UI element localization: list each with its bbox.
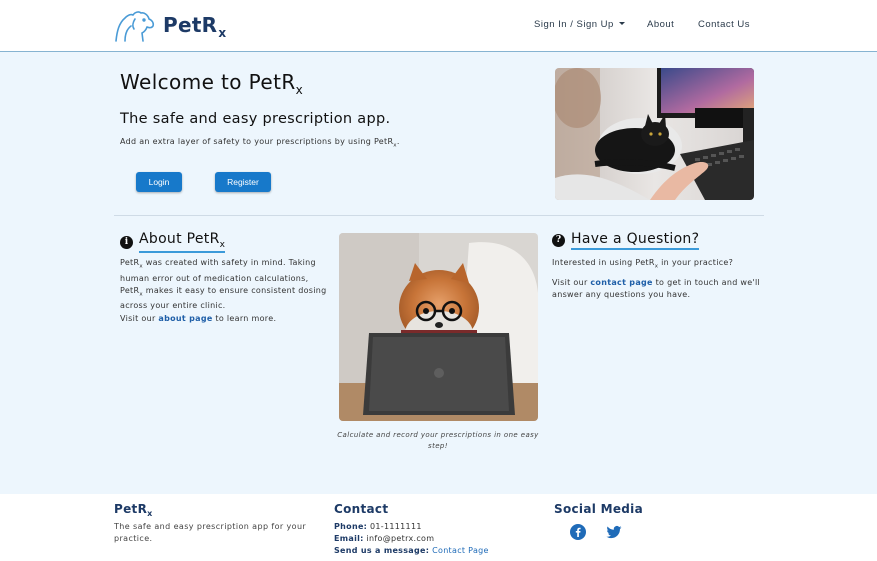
footer-brand: PetRx [114, 502, 153, 518]
register-button[interactable]: Register [215, 172, 271, 192]
about-paragraph: PetRx was created with safety in mind. T… [120, 258, 327, 311]
twitter-icon[interactable] [606, 524, 622, 540]
footer-email: Email: info@petrx.com [334, 534, 435, 543]
footer-contact-page-link[interactable]: Contact Page [432, 546, 489, 555]
hero-description: Add an extra layer of safety to your pre… [120, 137, 400, 149]
footer-message: Send us a message: Contact Page [334, 546, 489, 555]
about-link-paragraph: Visit our about page to learn more. [120, 314, 277, 323]
about-heading-text: About PetRx [139, 231, 226, 253]
question-contact-paragraph: Visit our contact page to get in touch a… [552, 278, 761, 299]
about-page-link[interactable]: about page [158, 314, 212, 323]
hero-title: Welcome to PetRx [120, 70, 304, 97]
about-heading: i About PetRx [120, 231, 226, 253]
contact-page-link[interactable]: contact page [590, 278, 652, 287]
caret-down-icon [618, 22, 625, 25]
footer-contact-title: Contact [334, 502, 389, 516]
question-heading: ? Have a Question? [552, 231, 700, 250]
footer-description: The safe and easy prescription app for y… [114, 522, 307, 543]
nav-links: Sign In / Sign Up About Contact Us [0, 19, 877, 35]
info-icon: i [120, 235, 133, 249]
facebook-icon[interactable] [570, 524, 586, 540]
dog-with-tablet-photo [339, 233, 538, 421]
nav-about-link[interactable]: About [647, 19, 674, 30]
login-button[interactable]: Login [136, 172, 182, 192]
photo-caption: Calculate and record your prescriptions … [337, 431, 539, 450]
question-heading-text: Have a Question? [571, 231, 700, 250]
section-divider [114, 215, 764, 216]
footer-social-title: Social Media [554, 502, 643, 516]
footer-phone: Phone: 01-1111111 [334, 522, 422, 531]
question-paragraph: Interested in using PetRx in your practi… [552, 258, 734, 270]
hero-subtitle: The safe and easy prescription app. [120, 111, 391, 127]
question-circle-icon: ? [552, 234, 565, 247]
nav-signin-dropdown[interactable]: Sign In / Sign Up [534, 19, 625, 30]
navbar: PetRx Sign In / Sign Up About Contact Us [0, 0, 877, 52]
hero-photo-cat-at-computer [555, 68, 754, 200]
nav-contact-link[interactable]: Contact Us [698, 19, 750, 30]
